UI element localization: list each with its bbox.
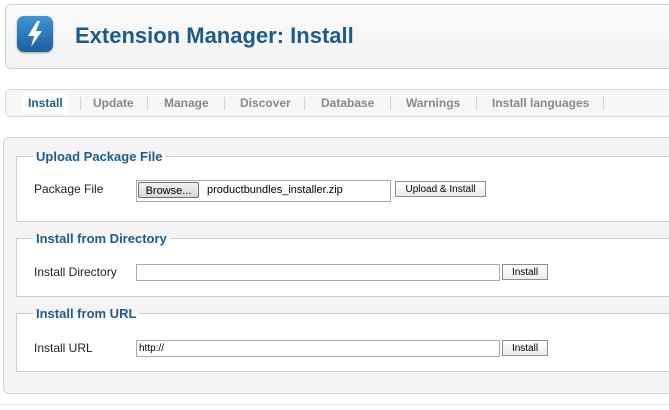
install-url-button[interactable]: Install [502,340,548,356]
install-url-fieldset: Install from URL Install URL Install [16,306,669,372]
upload-package-fieldset: Upload Package File Package File Browse.… [16,149,669,222]
browse-button[interactable]: Browse... [138,182,199,198]
install-url-legend: Install from URL [36,306,137,321]
tab-discover[interactable]: Discover [240,90,291,116]
tab-install-languages[interactable]: Install languages [492,90,589,116]
tab-separator [603,97,604,110]
install-directory-fieldset: Install from Directory Install Directory… [16,231,669,297]
lightning-bolt-icon [17,16,53,52]
tab-install[interactable]: Install [23,92,68,114]
package-file-input[interactable]: Browse... productbundles_installer.zip [136,180,391,202]
tab-manage[interactable]: Manage [164,90,209,116]
divider [0,404,669,405]
tab-database[interactable]: Database [321,90,374,116]
tab-separator [147,97,148,110]
install-panel: Upload Package File Package File Browse.… [3,137,669,394]
tab-separator [304,97,305,110]
upload-package-legend: Upload Package File [36,149,163,164]
install-url-label: Install URL [34,341,93,355]
install-directory-legend: Install from Directory [36,231,167,246]
tab-update[interactable]: Update [93,90,134,116]
upload-install-button[interactable]: Upload & Install [395,181,486,197]
tab-separator [224,97,225,110]
tab-bar: Install Update Manage Discover Database … [5,89,669,117]
page-title: Extension Manager: Install [75,23,354,48]
install-directory-button[interactable]: Install [502,264,548,280]
tab-warnings[interactable]: Warnings [406,90,460,116]
tab-separator [80,97,81,110]
tab-separator [390,97,391,110]
package-file-label: Package File [34,182,104,196]
install-url-input[interactable] [136,340,500,357]
install-directory-label: Install Directory [34,265,117,279]
install-directory-input[interactable] [136,264,500,281]
selected-file-name: productbundles_installer.zip [207,184,343,196]
tab-separator [476,97,477,110]
page-header: Extension Manager: Install [5,4,669,69]
